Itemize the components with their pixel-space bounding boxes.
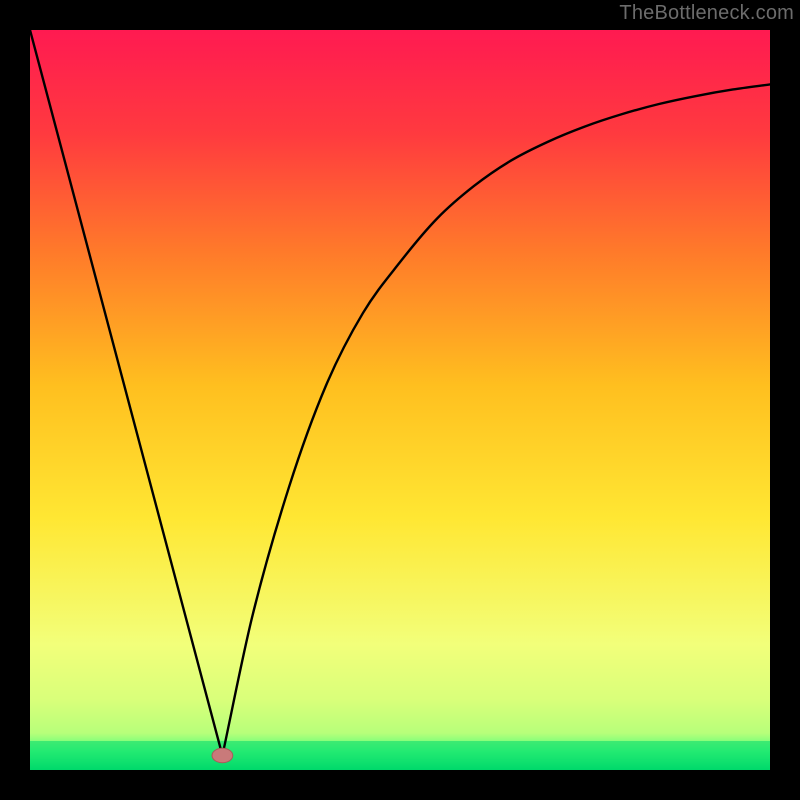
watermark-text: TheBottleneck.com bbox=[619, 2, 794, 25]
plot-area bbox=[30, 30, 770, 770]
chart-svg bbox=[30, 30, 770, 770]
min-marker bbox=[212, 748, 233, 763]
chart-stage: TheBottleneck.com bbox=[0, 0, 800, 800]
